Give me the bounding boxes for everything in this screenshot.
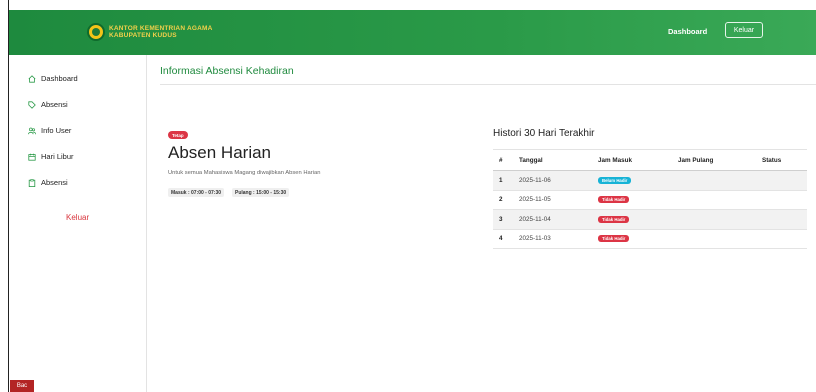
org-name-line1: KANTOR KEMENTRIAN AGAMA xyxy=(109,25,213,32)
sidebar-item-label: Absensi xyxy=(41,178,68,187)
row-jam-masuk: Tidak Hadir xyxy=(592,190,672,210)
row-date: 2025-11-03 xyxy=(513,229,592,249)
logout-button[interactable]: Keluar xyxy=(725,22,763,38)
tag-icon xyxy=(28,100,36,109)
masuk-time-pill: Masuk : 07:00 - 07:30 xyxy=(168,188,225,197)
col-header-jam-pulang: Jam Pulang xyxy=(672,149,756,171)
title-divider xyxy=(160,84,816,85)
sidebar-item-label: Absensi xyxy=(41,100,68,109)
row-status xyxy=(756,190,807,210)
row-jam-pulang xyxy=(672,229,756,249)
absen-harian-subtitle: Untuk semua Mahasiswa Magang diwajibkan … xyxy=(168,170,321,176)
table-row: 3 2025-11-04 Tidak Hadir xyxy=(493,209,807,230)
nav-dashboard-link[interactable]: Dashboard xyxy=(668,27,707,36)
users-icon xyxy=(28,127,36,134)
calendar-icon xyxy=(28,153,36,161)
row-date: 2025-11-04 xyxy=(513,209,592,230)
attendance-badge: Tidak Hadir xyxy=(598,235,630,243)
table-row: 4 2025-11-03 Tidak Hadir xyxy=(493,229,807,249)
attendance-badge: Belum Hadir xyxy=(598,176,632,184)
sidebar-item-info-user[interactable]: Info User xyxy=(28,126,71,135)
sidebar-item-absensi[interactable]: Absensi xyxy=(28,100,68,109)
brand-text: KANTOR KEMENTRIAN AGAMA KABUPATEN KUDUS xyxy=(109,25,213,39)
top-navbar: KANTOR KEMENTRIAN AGAMA KABUPATEN KUDUS … xyxy=(9,10,816,55)
pulang-time-pill: Pulang : 15:00 - 15:30 xyxy=(232,188,290,197)
sidebar-item-label: Dashboard xyxy=(41,74,78,83)
sidebar-item-hari-libur[interactable]: Hari Libur xyxy=(28,152,74,161)
sidebar: Dashboard Absensi Info User Hari Libur A… xyxy=(9,55,147,392)
sidebar-item-label: Info User xyxy=(41,126,72,135)
table-row: 2 2025-11-05 Tidak Hadir xyxy=(493,190,807,210)
row-status xyxy=(756,209,807,230)
row-date: 2025-11-05 xyxy=(513,190,592,210)
col-header-no: # xyxy=(493,149,513,171)
window-left-edge xyxy=(0,0,9,392)
absen-harian-title: Absen Harian xyxy=(168,143,272,162)
row-jam-pulang xyxy=(672,190,756,210)
row-jam-masuk: Tidak Hadir xyxy=(592,229,672,249)
row-status xyxy=(756,229,807,249)
clipboard-icon xyxy=(28,178,36,187)
table-header-row: # Tanggal Jam Masuk Jam Pulang Status xyxy=(493,149,807,171)
row-number: 1 xyxy=(493,170,513,191)
attendance-badge: Tidak Hadir xyxy=(598,196,630,204)
attendance-badge: Tidak Hadir xyxy=(598,215,630,223)
row-status xyxy=(756,170,807,191)
home-icon xyxy=(28,74,36,83)
row-jam-pulang xyxy=(672,209,756,230)
status-badge-tetap: Tetap xyxy=(168,131,188,139)
history-table: # Tanggal Jam Masuk Jam Pulang Status 1 … xyxy=(493,149,807,249)
sidebar-item-absensi-2[interactable]: Absensi xyxy=(28,178,68,187)
col-header-tanggal: Tanggal xyxy=(513,149,592,171)
row-number: 2 xyxy=(493,190,513,210)
sidebar-item-dashboard[interactable]: Dashboard xyxy=(28,74,78,83)
row-number: 4 xyxy=(493,229,513,249)
kemenag-logo-icon xyxy=(87,23,105,41)
table-row: 1 2025-11-06 Belum Hadir xyxy=(493,170,807,191)
col-header-status: Status xyxy=(756,149,807,171)
page-title: Informasi Absensi Kehadiran xyxy=(160,65,294,77)
sidebar-item-label: Hari Libur xyxy=(41,152,74,161)
col-header-jam-masuk: Jam Masuk xyxy=(592,149,672,171)
org-name-line2: KABUPATEN KUDUS xyxy=(109,32,177,39)
row-jam-masuk: Tidak Hadir xyxy=(592,209,672,230)
row-jam-masuk: Belum Hadir xyxy=(592,170,672,191)
row-jam-pulang xyxy=(672,170,756,191)
row-date: 2025-11-06 xyxy=(513,170,592,191)
history-title: Histori 30 Hari Terakhir xyxy=(493,128,595,139)
corner-button[interactable]: Bac xyxy=(10,380,34,392)
sidebar-logout-link[interactable]: Keluar xyxy=(66,213,89,222)
row-number: 3 xyxy=(493,209,513,230)
brand[interactable]: KANTOR KEMENTRIAN AGAMA KABUPATEN KUDUS xyxy=(87,23,213,41)
